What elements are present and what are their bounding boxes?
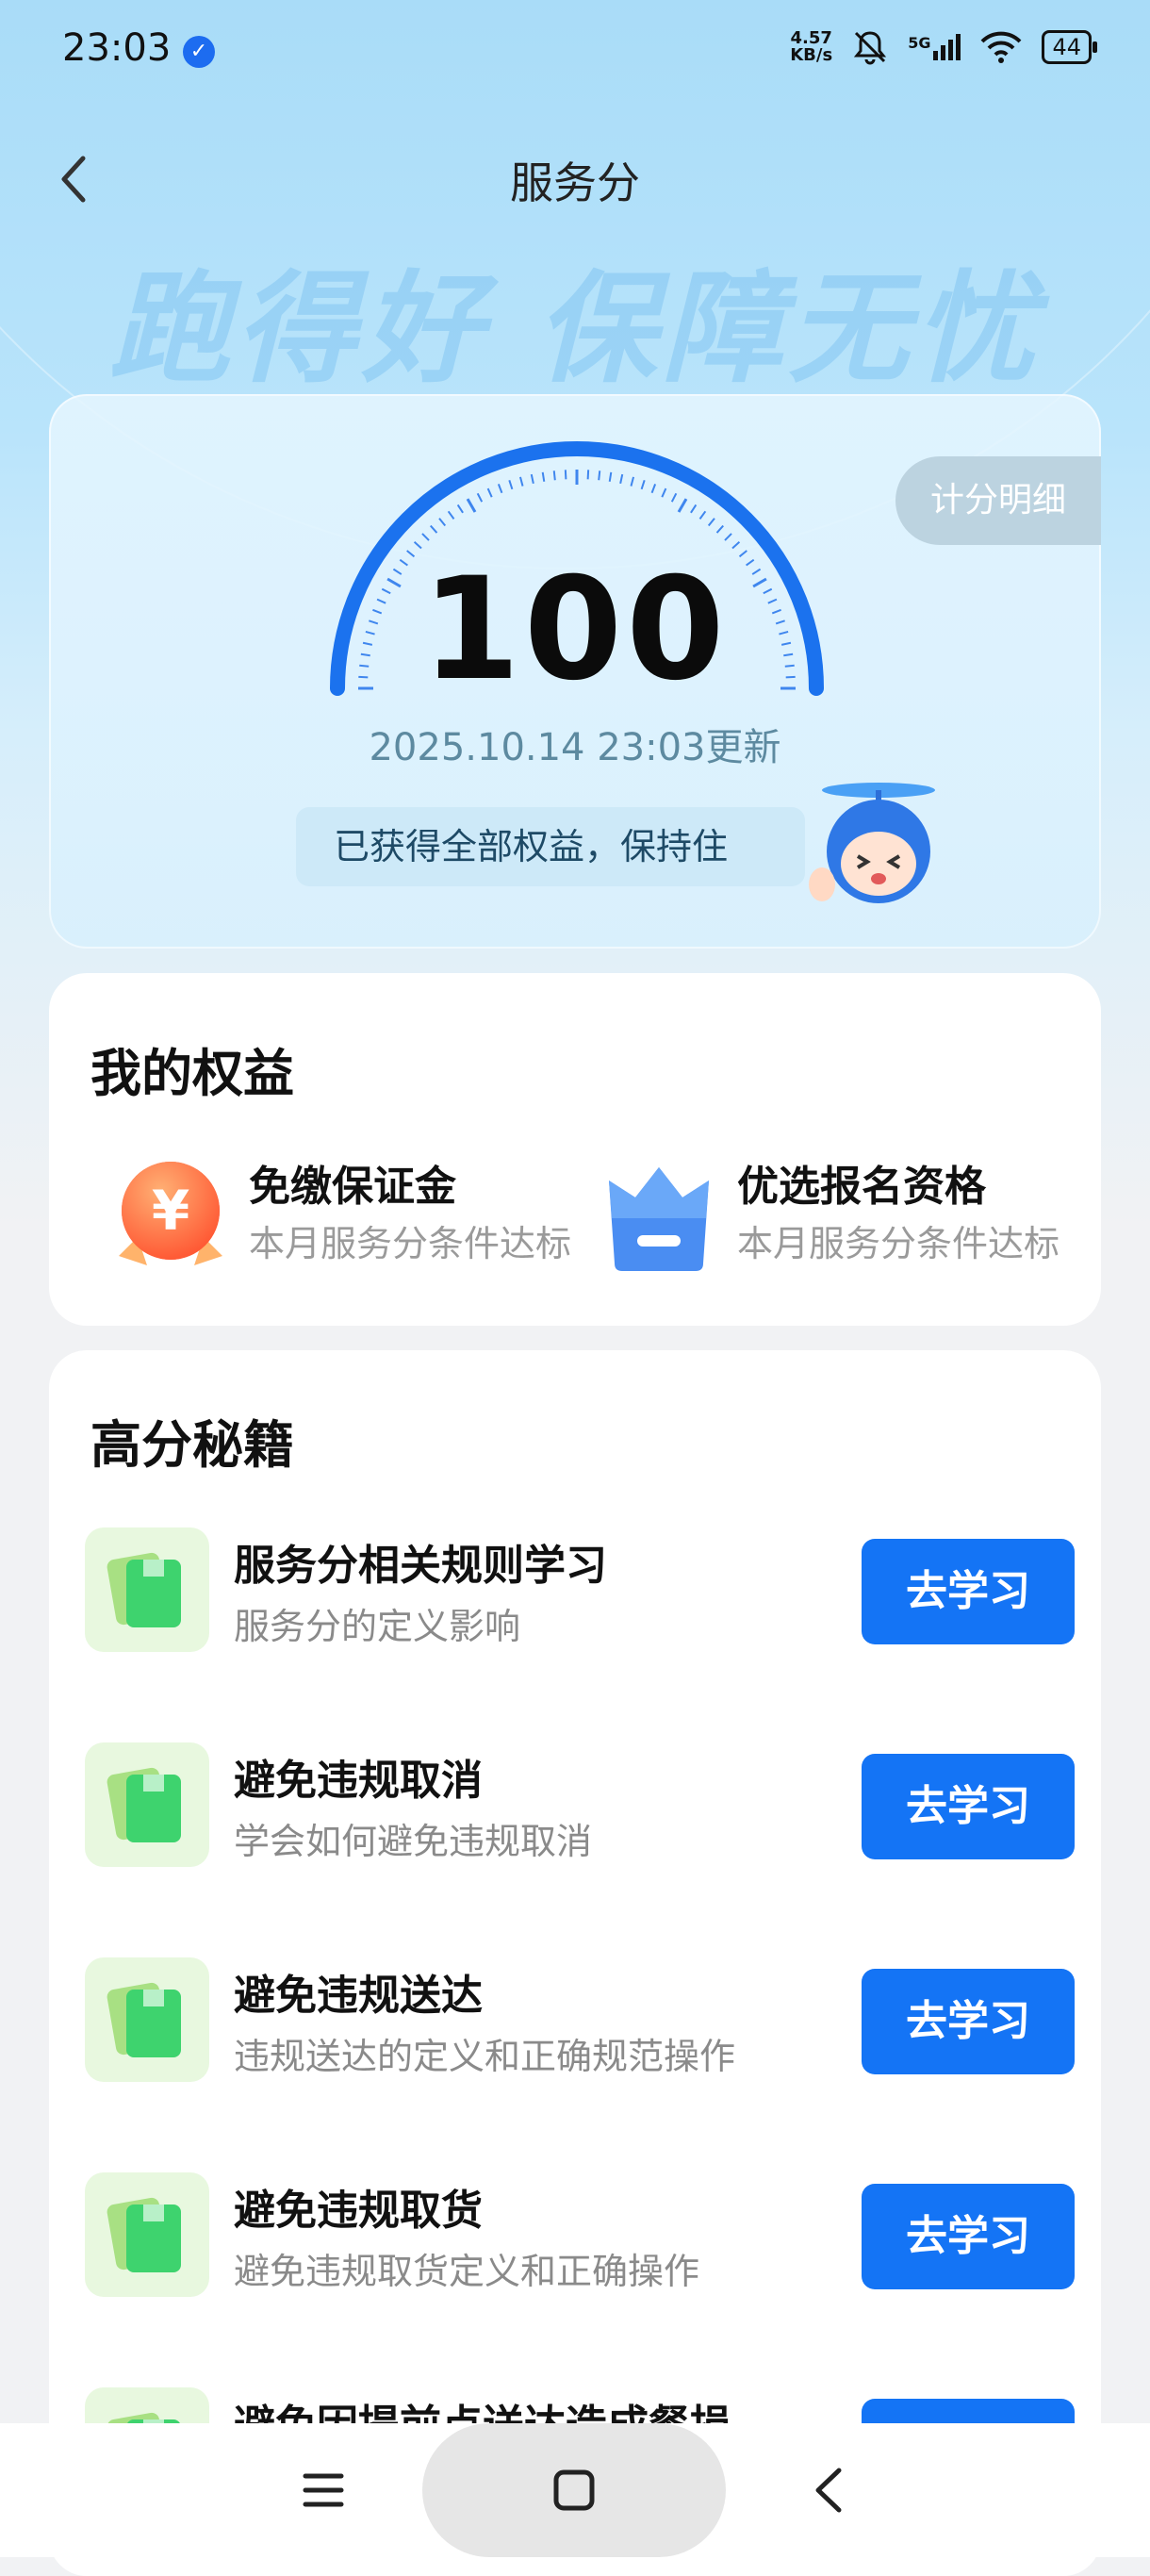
mascot-icon: [809, 783, 935, 903]
gauge-tick: [430, 524, 438, 534]
banner-slogan: 跑得好 保障无忧: [108, 259, 1042, 400]
status-bar: 23:03 ✓ 4.57 KB/s 5G 44: [0, 0, 1150, 106]
gauge-tick: [661, 487, 667, 498]
score-card: 计分明细 100 2025.10.14 23:03更新 已获得全部权益，保持住: [49, 394, 1101, 949]
app-notification-icon: ✓: [183, 36, 215, 68]
wifi-icon: [981, 31, 1022, 63]
tip-item[interactable]: 避免违规取消 学会如何避免违规取消 去学习: [85, 1742, 1075, 1874]
mute-bell-icon: [854, 31, 887, 65]
status-icons: 4.57 KB/s 5G 44: [790, 28, 1097, 66]
gauge-tick: [508, 480, 514, 490]
gauge-tick: [486, 487, 493, 498]
signal-5g-icon: 5G: [908, 34, 961, 60]
gauge-tick: [724, 533, 732, 541]
home-button[interactable]: [422, 2423, 726, 2557]
tips-card: 高分秘籍 服务分相关规则学习 服务分的定义影响 去学习 避免违规取消 学会如何避…: [49, 1350, 1101, 2576]
tip-subtitle: 服务分的定义影响: [234, 1606, 521, 1647]
gauge-tick: [421, 533, 430, 541]
gauge-tick: [715, 524, 724, 534]
tip-title: 避免违规取货: [234, 2187, 483, 2235]
gauge-tick: [530, 473, 534, 485]
net-speed: 4.57 KB/s: [790, 30, 832, 64]
gauge-tick: [466, 498, 477, 513]
tip-title: 避免违规送达: [234, 1972, 483, 2020]
study-button[interactable]: 去学习: [862, 1754, 1075, 1859]
service-score: 100: [421, 548, 729, 712]
system-back-icon[interactable]: [805, 2465, 852, 2516]
tip-subtitle: 避免违规取货定义和正确操作: [234, 2251, 700, 2292]
study-button[interactable]: 去学习: [862, 2184, 1075, 2289]
benefit-subtitle: 本月服务分条件达标: [249, 1223, 572, 1264]
gauge-tick: [598, 471, 601, 481]
gauge-tick: [586, 470, 590, 480]
study-book-icon: [85, 2172, 209, 2297]
tip-item[interactable]: 避免违规取货 避免违规取货定义和正确操作 去学习: [85, 2172, 1075, 2304]
gauge-tick: [650, 484, 657, 494]
benefit-title: 优选报名资格: [737, 1163, 986, 1211]
study-book-icon: [85, 1957, 209, 2082]
gauge-tick: [690, 504, 698, 514]
battery-icon: 44: [1042, 30, 1097, 64]
study-button[interactable]: 去学习: [862, 1969, 1075, 2074]
tip-title: 避免违规取消: [234, 1757, 483, 1805]
gauge-tick: [476, 492, 484, 503]
signal-label: 5G: [908, 34, 931, 52]
benefit-item[interactable]: ¥ 免缴保证金 本月服务分条件达标: [109, 1152, 600, 1284]
tip-title: 服务分相关规则学习: [234, 1542, 607, 1590]
gauge-tick: [608, 471, 613, 482]
gauge-tick: [677, 498, 688, 513]
status-time: 23:03: [62, 26, 172, 70]
gauge-tick: [438, 518, 447, 527]
gauge-tick: [497, 484, 503, 494]
system-nav-bar: [0, 2423, 1150, 2557]
tips-title: 高分秘籍: [90, 1415, 294, 1475]
benefits-card: 我的权益 ¥ 免缴保证金 本月服务分条件达标 优选报名资格 本月服务分条件达标: [49, 973, 1101, 1326]
tip-item[interactable]: 服务分相关规则学习 服务分的定义影响 去学习: [85, 1527, 1075, 1660]
gauge-tick: [640, 480, 646, 490]
gauge-tick: [698, 510, 707, 520]
tip-subtitle: 违规送达的定义和正确规范操作: [234, 2036, 736, 2077]
crown-icon: [609, 1167, 709, 1271]
yuan-medal-icon: ¥: [119, 1162, 222, 1265]
score-detail-button[interactable]: 计分明细: [895, 456, 1101, 545]
gauge-tick: [707, 518, 715, 527]
study-book-icon: [85, 1527, 209, 1652]
gauge-tick: [630, 476, 635, 487]
menu-icon[interactable]: [300, 2467, 347, 2514]
net-speed-unit: KB/s: [790, 45, 833, 65]
page-title: 服务分: [510, 157, 640, 208]
gauge-tick: [518, 476, 524, 487]
svg-text:¥: ¥: [152, 1179, 189, 1243]
benefit-subtitle: 本月服务分条件达标: [737, 1223, 1060, 1264]
study-button[interactable]: 去学习: [862, 1539, 1075, 1644]
gauge-tick: [619, 473, 624, 485]
gauge-tick: [670, 492, 678, 503]
benefits-title: 我的权益: [90, 1044, 294, 1103]
tip-subtitle: 学会如何避免违规取消: [234, 1821, 593, 1862]
rights-status-message: 已获得全部权益，保持住: [296, 807, 805, 886]
benefit-item[interactable]: 优选报名资格 本月服务分条件达标: [598, 1152, 1088, 1284]
gauge-tick: [552, 471, 556, 481]
study-book-icon: [85, 1742, 209, 1867]
home-square-icon: [553, 2469, 595, 2511]
gauge-tick: [447, 510, 455, 520]
nav-bar: 服务分: [0, 132, 1150, 226]
tip-item[interactable]: 避免违规送达 违规送达的定义和正确规范操作 去学习: [85, 1957, 1075, 2089]
gauge-tick: [541, 471, 546, 482]
benefit-title: 免缴保证金: [249, 1163, 456, 1211]
gauge-tick: [456, 504, 464, 514]
gauge-tick: [564, 470, 567, 480]
